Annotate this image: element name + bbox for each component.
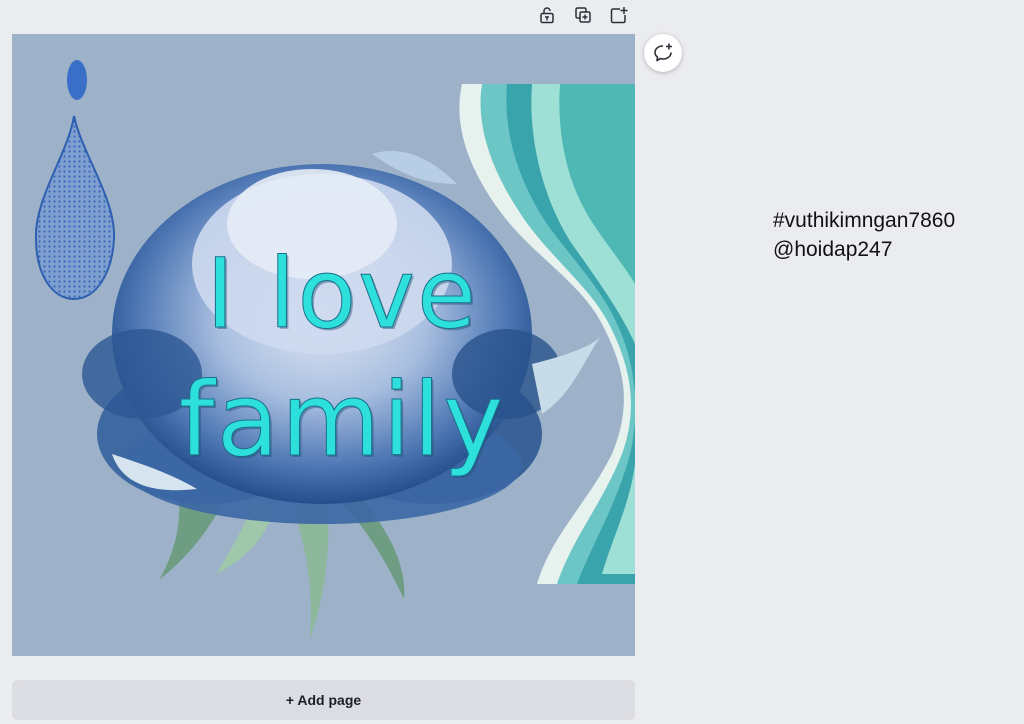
duplicate-page-icon (575, 7, 591, 23)
add-page-button[interactable]: + Add page (12, 680, 635, 720)
hashtag-text: #vuthikimngan7860 (773, 209, 956, 232)
headline-line-2[interactable]: family (92, 356, 592, 486)
add-page-toolbar-button[interactable] (608, 4, 630, 26)
handle-text: @hoidap247 (773, 238, 893, 261)
add-page-icon (610, 7, 628, 24)
headline-line-1[interactable]: I love (92, 234, 592, 354)
side-notes: #vuthikimngan7860 @hoidap247 (773, 206, 955, 264)
page-toolbar (536, 4, 630, 26)
add-comment-icon (654, 43, 672, 62)
lock-icon (540, 7, 554, 24)
oval-shape[interactable] (67, 60, 87, 100)
duplicate-page-button[interactable] (572, 4, 594, 26)
add-comment-button[interactable] (644, 34, 682, 72)
design-canvas[interactable]: I love family (12, 34, 635, 656)
lock-page-button[interactable] (536, 4, 558, 26)
